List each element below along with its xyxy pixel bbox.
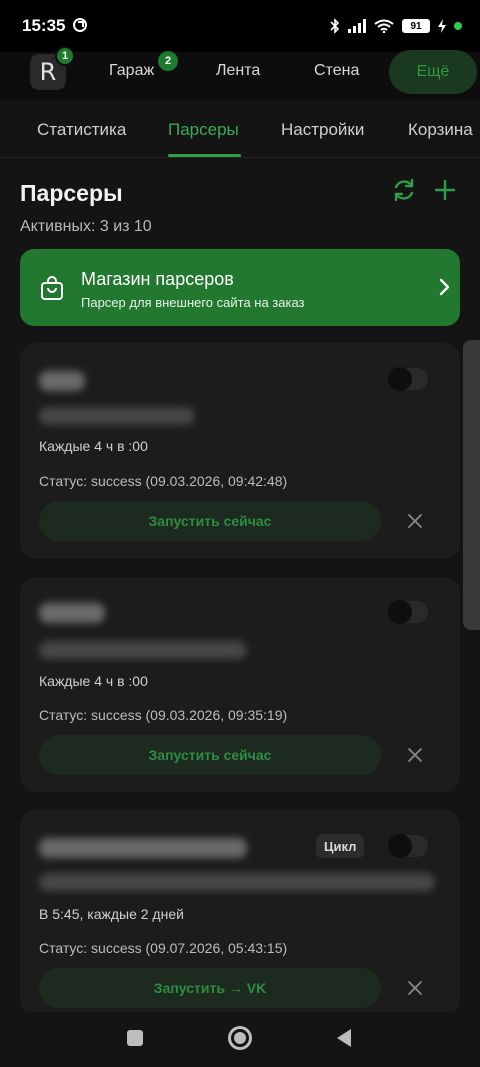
charging-icon: [438, 19, 446, 33]
tab-trash[interactable]: Корзина: [408, 120, 473, 140]
dot-icon: [454, 22, 462, 30]
run-now-button[interactable]: Запустить сейчас: [39, 501, 381, 541]
top-nav: R 1 Гараж 2 Лента Стена Ещё: [0, 46, 480, 100]
scrollbar[interactable]: [463, 340, 480, 630]
home-icon[interactable]: [228, 1026, 252, 1050]
system-nav-bar: [0, 1012, 480, 1067]
parser-url-blurred: [39, 641, 247, 659]
chevron-right-icon: [439, 278, 450, 296]
back-icon[interactable]: [336, 1028, 352, 1048]
avatar-badge: 1: [55, 46, 75, 66]
store-title: Магазин парсеров: [81, 269, 234, 289]
avatar-letter: R: [39, 58, 57, 86]
tab-parsers[interactable]: Парсеры: [168, 120, 239, 140]
parser-schedule: Каждые 4 ч в :00: [39, 438, 148, 454]
tab-bar: Статистика Парсеры Настройки Корзина: [0, 100, 480, 158]
tab-settings[interactable]: Настройки: [281, 120, 364, 140]
status-time: 15:35: [22, 16, 66, 35]
parser-toggle[interactable]: [388, 834, 428, 858]
parser-url-blurred: [39, 873, 435, 891]
parser-schedule: В 5:45, каждые 2 дней: [39, 906, 184, 922]
parser-url-blurred: [39, 407, 195, 425]
status-bar: 15:35 91: [0, 0, 480, 52]
parser-card: Цикл В 5:45, каждые 2 дней Статус: succe…: [20, 810, 460, 1015]
parser-name-blurred: [39, 838, 247, 858]
recents-icon[interactable]: [127, 1030, 143, 1046]
close-icon[interactable]: [407, 747, 423, 763]
signal-icon: [348, 19, 366, 33]
nav-item-feed[interactable]: Лента: [216, 62, 260, 80]
parser-status: Статус: success (09.03.2026, 09:42:48): [39, 473, 288, 489]
parser-card: Каждые 4 ч в :00 Статус: success (09.03.…: [20, 343, 460, 559]
nav-item-wall[interactable]: Стена: [314, 62, 359, 80]
parser-toggle[interactable]: [388, 367, 428, 391]
store-subtitle: Парсер для внешнего сайта на заказ: [81, 295, 305, 310]
shopping-bag-icon: [41, 276, 63, 300]
active-count: Активных: 3 из 10: [20, 218, 152, 235]
toggle-knob: [388, 600, 412, 624]
status-icons: 91: [330, 16, 462, 36]
parser-name-blurred: [39, 371, 85, 391]
run-vk-button[interactable]: Запустить → VK: [39, 968, 381, 1008]
garage-badge: 2: [158, 51, 178, 71]
bluetooth-icon: [330, 18, 340, 34]
add-icon[interactable]: [431, 176, 459, 204]
cycle-tag: Цикл: [316, 834, 365, 858]
avatar[interactable]: R 1: [30, 46, 75, 90]
parser-status: Статус: success (09.03.2026, 09:35:19): [39, 707, 288, 723]
battery-icon: 91: [402, 19, 430, 33]
close-icon[interactable]: [407, 513, 423, 529]
run-now-button[interactable]: Запустить сейчас: [39, 735, 381, 775]
parser-status: Статус: success (09.07.2026, 05:43:15): [39, 940, 288, 956]
parser-card: Каждые 4 ч в :00 Статус: success (09.03.…: [20, 577, 460, 792]
active-tab-indicator: [168, 154, 241, 157]
parser-toggle[interactable]: [388, 600, 428, 624]
refresh-icon[interactable]: [390, 176, 418, 204]
more-button[interactable]: Ещё: [389, 50, 477, 94]
parser-schedule: Каждые 4 ч в :00: [39, 673, 148, 689]
close-icon[interactable]: [407, 980, 423, 996]
toggle-knob: [388, 367, 412, 391]
parser-store-banner[interactable]: Магазин парсеров Парсер для внешнего сай…: [20, 249, 460, 326]
parser-name-blurred: [39, 603, 105, 623]
page-title: Парсеры: [20, 180, 123, 206]
clock-icon: [73, 18, 87, 32]
toggle-knob: [388, 834, 412, 858]
nav-item-garage[interactable]: Гараж: [109, 62, 154, 80]
tab-statistics[interactable]: Статистика: [37, 120, 126, 140]
wifi-icon: [374, 19, 394, 33]
